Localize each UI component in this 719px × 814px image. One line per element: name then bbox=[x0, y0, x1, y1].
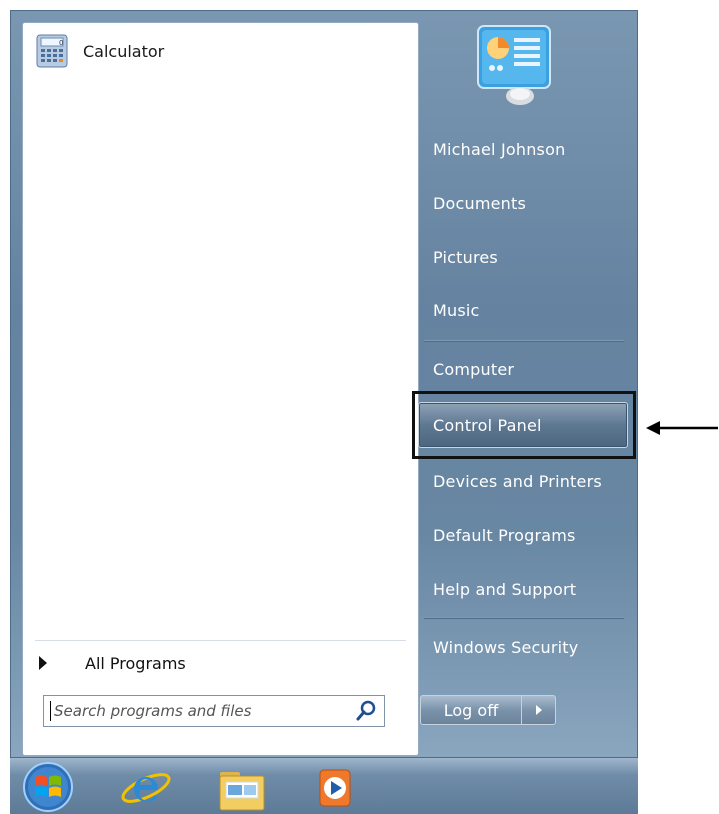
menu-item-music[interactable]: Music bbox=[420, 292, 628, 328]
highlight-box bbox=[412, 391, 636, 459]
windows-start-orb-icon[interactable] bbox=[20, 760, 76, 814]
media-player-icon[interactable] bbox=[306, 760, 362, 814]
menu-item-computer[interactable]: Computer bbox=[420, 351, 628, 387]
windows-explorer-icon[interactable] bbox=[214, 760, 270, 814]
triangle-right-icon bbox=[39, 656, 47, 670]
search-input[interactable] bbox=[51, 697, 354, 725]
menu-item-default-programs[interactable]: Default Programs bbox=[420, 517, 628, 553]
search-icon[interactable] bbox=[354, 698, 380, 724]
logoff-group: Log off bbox=[420, 695, 556, 725]
menu-item-documents[interactable]: Documents bbox=[420, 185, 628, 221]
logoff-button[interactable]: Log off bbox=[420, 695, 522, 725]
left-divider bbox=[35, 640, 406, 641]
chevron-right-icon bbox=[535, 705, 542, 715]
calculator-icon: 0 bbox=[36, 34, 68, 68]
taskbar bbox=[10, 758, 638, 814]
all-programs-button[interactable]: All Programs bbox=[39, 649, 186, 677]
programs-pane: 0 Calculator All Programs bbox=[22, 22, 419, 756]
menu-item-devices-and-printers[interactable]: Devices and Printers bbox=[420, 463, 628, 499]
svg-text:0: 0 bbox=[59, 39, 63, 47]
right-divider bbox=[424, 617, 624, 619]
all-programs-label: All Programs bbox=[85, 653, 186, 673]
right-divider bbox=[424, 340, 624, 342]
calculator-label: Calculator bbox=[83, 41, 165, 61]
annotation-arrow-icon bbox=[646, 421, 718, 435]
pinned-item-calculator[interactable]: 0 Calculator bbox=[35, 31, 164, 71]
search-box[interactable] bbox=[43, 695, 385, 727]
user-picture-icon[interactable] bbox=[476, 24, 552, 108]
internet-explorer-icon[interactable] bbox=[118, 760, 174, 814]
menu-item-user-folder[interactable]: Michael Johnson bbox=[420, 131, 628, 167]
shutdown-options-button[interactable] bbox=[522, 695, 556, 725]
menu-item-windows-security[interactable]: Windows Security bbox=[420, 629, 628, 665]
menu-item-pictures[interactable]: Pictures bbox=[420, 239, 628, 275]
menu-item-help-and-support[interactable]: Help and Support bbox=[420, 571, 628, 607]
